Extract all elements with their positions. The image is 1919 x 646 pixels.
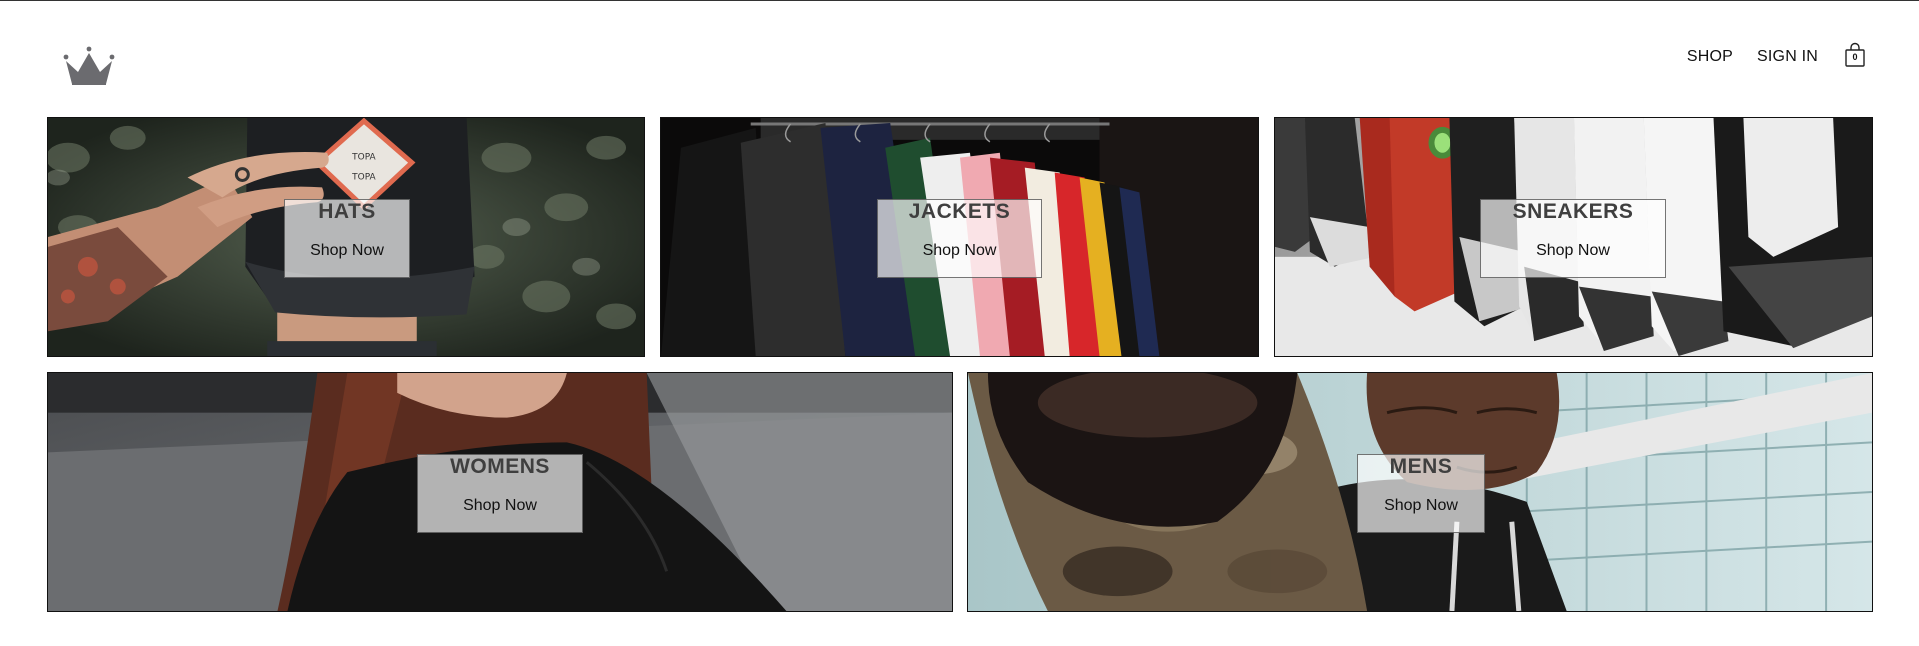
category-label-box[interactable]: MENS Shop Now — [1357, 454, 1485, 533]
category-label-box[interactable]: HATS Shop Now — [284, 199, 410, 278]
category-title: MENS — [1389, 455, 1453, 478]
header: SHOP SIGN IN 0 — [0, 1, 1919, 117]
category-tile-jackets[interactable]: JACKETS Shop Now — [660, 117, 1259, 357]
svg-text:TOPA: TOPA — [351, 153, 376, 163]
category-title: WOMENS — [450, 455, 550, 478]
category-label-box[interactable]: WOMENS Shop Now — [417, 454, 583, 533]
shop-now-link[interactable]: Shop Now — [1358, 497, 1484, 515]
nav-shop-link[interactable]: SHOP — [1687, 48, 1733, 66]
category-tile-sneakers[interactable]: SNEAKERS Shop Now — [1274, 117, 1873, 357]
page: SHOP SIGN IN 0 TOPA TOPA HATS Shop Now J… — [0, 0, 1919, 646]
shop-now-link[interactable]: Shop Now — [878, 242, 1041, 260]
svg-text:TOPA: TOPA — [351, 173, 376, 183]
shop-now-link[interactable]: Shop Now — [285, 242, 409, 260]
category-title: HATS — [318, 200, 376, 223]
category-title: JACKETS — [908, 200, 1011, 223]
category-title: SNEAKERS — [1512, 200, 1634, 223]
shop-now-link[interactable]: Shop Now — [418, 497, 582, 515]
cart-button[interactable]: 0 — [1844, 42, 1866, 68]
category-label-box[interactable]: SNEAKERS Shop Now — [1480, 199, 1666, 278]
crown-icon[interactable] — [62, 45, 116, 89]
cart-count: 0 — [1852, 52, 1858, 62]
category-tile-hats[interactable]: TOPA TOPA HATS Shop Now — [47, 117, 645, 357]
category-tile-mens[interactable]: MENS Shop Now — [967, 372, 1873, 612]
category-label-box[interactable]: JACKETS Shop Now — [877, 199, 1042, 278]
main-nav: SHOP SIGN IN 0 — [1687, 42, 1866, 67]
category-tile-womens[interactable]: WOMENS Shop Now — [47, 372, 953, 612]
shop-now-link[interactable]: Shop Now — [1481, 242, 1665, 260]
nav-signin-link[interactable]: SIGN IN — [1757, 48, 1818, 66]
